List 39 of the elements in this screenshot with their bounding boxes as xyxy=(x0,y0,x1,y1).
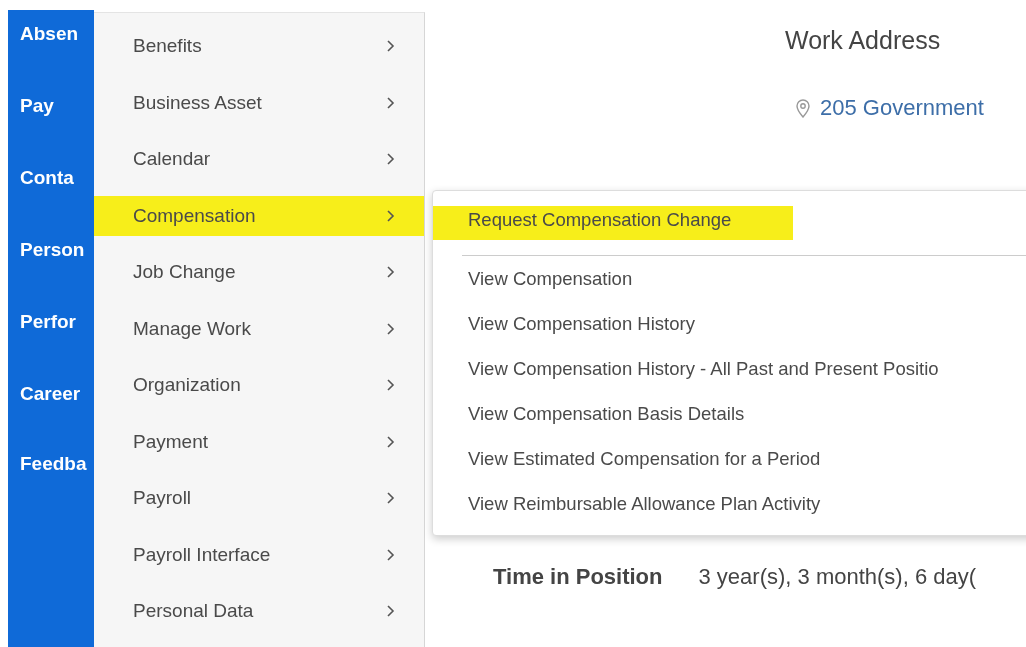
submenu-item[interactable]: View Compensation xyxy=(433,256,1026,301)
chevron-right-icon xyxy=(386,39,396,54)
chevron-right-icon xyxy=(386,491,396,506)
chevron-right-icon xyxy=(386,265,396,280)
sidebar-item[interactable]: Perfor xyxy=(20,312,76,331)
menu-item[interactable]: Organization xyxy=(94,357,424,414)
sidebar-item[interactable]: Person xyxy=(20,240,85,259)
menu-item[interactable]: Benefits xyxy=(94,18,424,75)
submenu-item[interactable]: View Estimated Compensation for a Period xyxy=(433,436,1026,481)
menu-item[interactable]: Payroll xyxy=(94,470,424,527)
address-link[interactable]: 205 Government xyxy=(820,95,984,121)
submenu-item[interactable]: View Compensation Basis Details xyxy=(433,391,1026,436)
chevron-right-icon xyxy=(386,95,396,110)
sidebar-item[interactable]: Pay xyxy=(20,96,54,115)
menu-item[interactable]: Personal Data xyxy=(94,583,424,640)
chevron-right-icon xyxy=(386,378,396,393)
submenu-item[interactable]: View Reimbursable Allowance Plan Activity xyxy=(433,481,1026,526)
menu-item[interactable]: Payment xyxy=(94,413,424,470)
sidebar-item[interactable]: Feedba xyxy=(20,454,87,473)
field-label: Time in Position xyxy=(493,564,663,590)
menu-item[interactable]: Business Asset xyxy=(94,74,424,131)
chevron-right-icon xyxy=(386,547,396,562)
chevron-right-icon xyxy=(386,321,396,336)
field-value: 3 year(s), 3 month(s), 6 day( xyxy=(698,564,977,590)
chevron-right-icon xyxy=(386,604,396,619)
sidebar-item[interactable]: Absen xyxy=(20,24,79,43)
sidebar-item[interactable]: Conta xyxy=(20,168,74,187)
menu-item[interactable]: Calendar xyxy=(94,131,424,188)
menu-item[interactable]: Payroll Interface xyxy=(94,526,424,583)
menu-item[interactable]: Job Change xyxy=(94,244,424,301)
chevron-right-icon xyxy=(386,208,396,223)
chevron-right-icon xyxy=(386,152,396,167)
submenu-item[interactable]: View Compensation History - All Past and Present Positio xyxy=(433,346,1026,391)
sidebar-item[interactable]: Career xyxy=(20,384,81,403)
submenu-item[interactable]: View Compensation History xyxy=(433,301,1026,346)
menu-item[interactable]: Manage Work xyxy=(94,300,424,357)
chevron-right-icon xyxy=(386,434,396,449)
location-pin-icon xyxy=(796,98,810,118)
section-heading: Work Address xyxy=(785,26,942,55)
